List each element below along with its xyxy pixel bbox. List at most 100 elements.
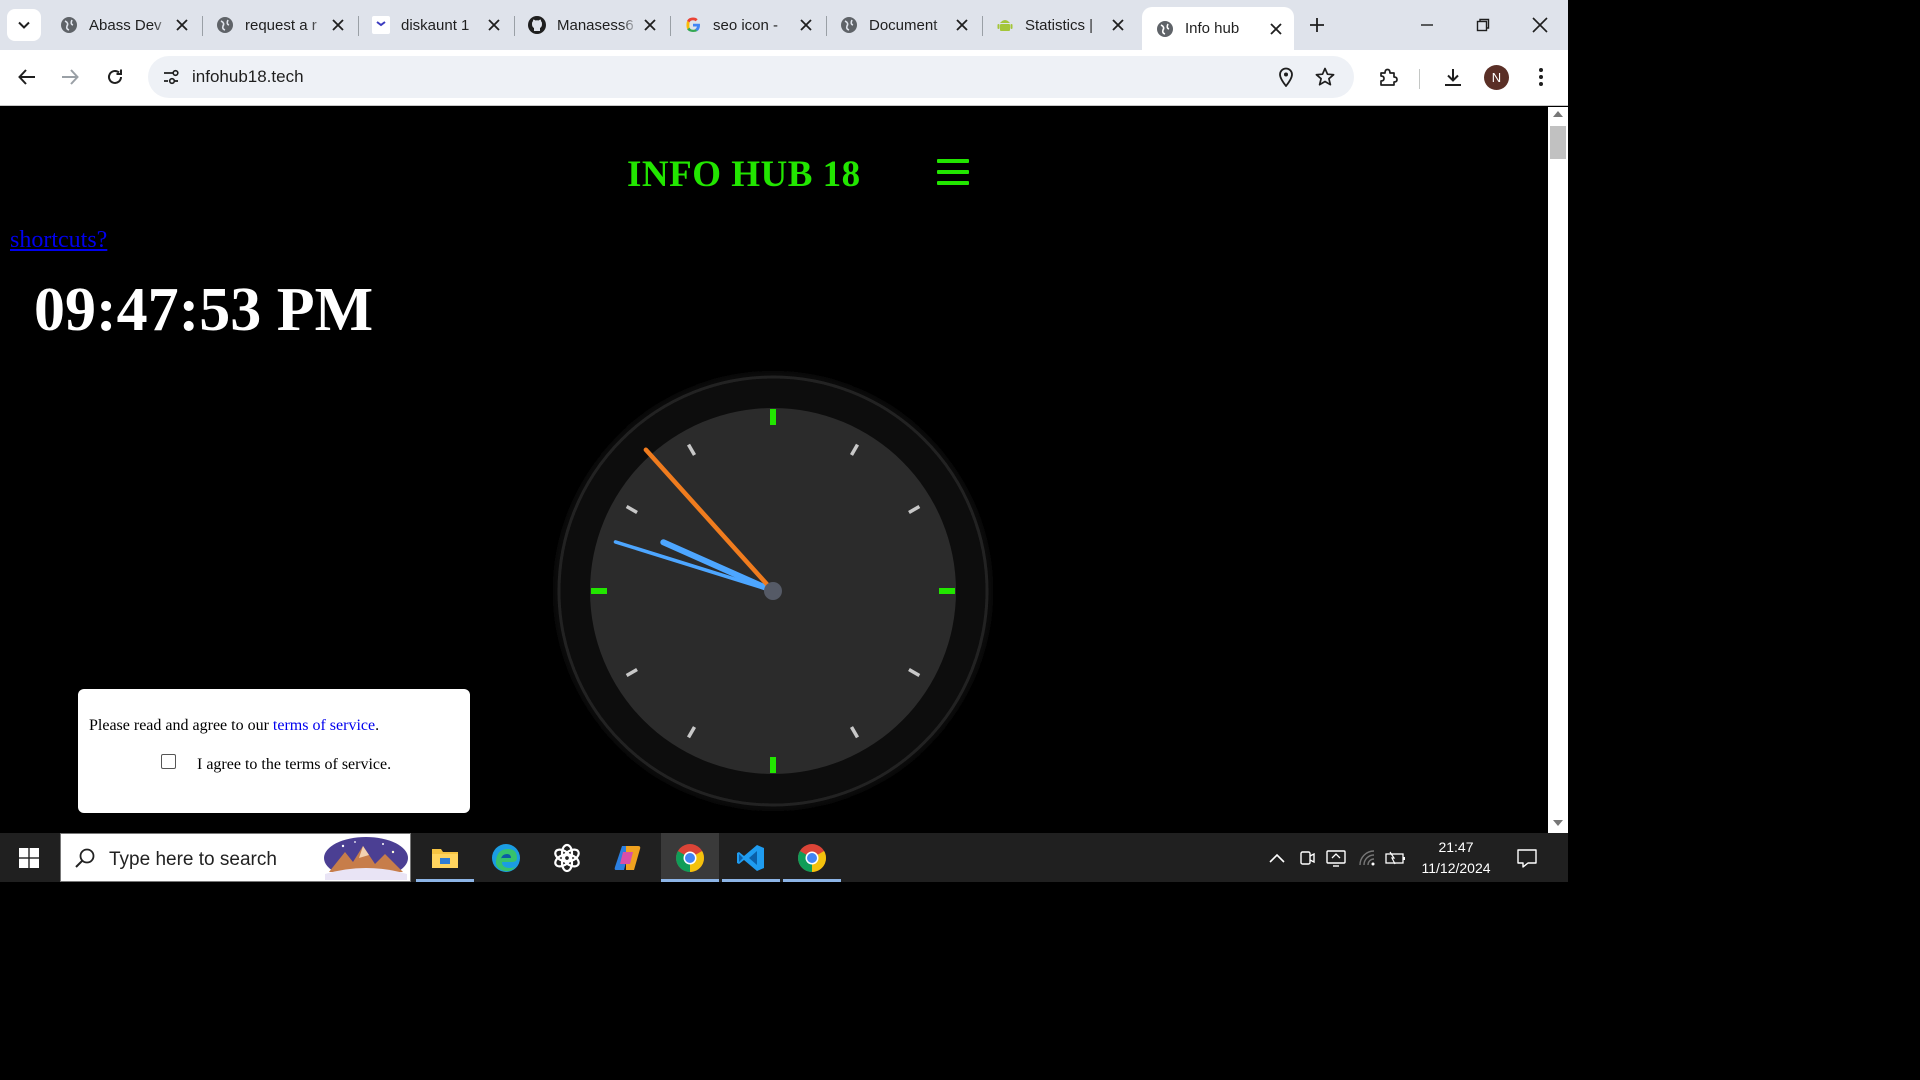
tab-diskaunt[interactable]: diskaunt 1 (358, 7, 512, 43)
minimize-icon (1421, 24, 1433, 26)
globe-icon (1157, 20, 1173, 37)
menu-button[interactable] (1524, 60, 1558, 94)
url-text[interactable]: infohub18.tech (192, 67, 304, 87)
tab-search-button[interactable] (7, 9, 41, 41)
chrome-icon (798, 843, 826, 872)
tos-agree-label[interactable]: I agree to the terms of service. (197, 756, 391, 774)
taskbar-search-placeholder: Type here to search (109, 849, 277, 870)
browser-toolbar: infohub18.tech N (0, 50, 1568, 106)
clock-center-pin (764, 582, 782, 600)
reload-button[interactable] (98, 60, 132, 94)
chatgpt-icon (554, 843, 580, 872)
tab-document[interactable]: Document (826, 7, 980, 43)
globe-icon (217, 17, 233, 33)
close-icon[interactable] (794, 13, 818, 37)
tab-request[interactable]: request a r (202, 7, 356, 43)
kebab-menu-icon (1539, 68, 1543, 86)
taskbar-date: 11/12/2024 (1421, 860, 1491, 876)
scroll-down-arrow-icon[interactable] (1553, 820, 1563, 826)
taskbar-running-indicator (416, 879, 474, 882)
notification-center-button[interactable] (1514, 845, 1540, 871)
tab-github[interactable]: Manasess6 (514, 7, 668, 43)
chrome-icon (676, 843, 704, 872)
taskbar-clock[interactable]: 21:47 11/12/2024 (1413, 837, 1499, 879)
close-icon[interactable] (950, 13, 974, 37)
tab-title: request a r (245, 16, 317, 34)
extensions-button[interactable] (1371, 60, 1405, 94)
taskbar-file-explorer[interactable] (416, 833, 474, 882)
star-icon (1315, 67, 1335, 86)
tab-statistics[interactable]: Statistics | (982, 7, 1136, 43)
close-icon[interactable] (482, 13, 506, 37)
back-button[interactable] (10, 60, 44, 94)
new-tab-button[interactable] (1302, 11, 1332, 39)
tab-title: Statistics | (1025, 16, 1094, 34)
edge-icon (492, 843, 520, 872)
hamburger-line (937, 181, 969, 185)
tab-strip: Abass Dev request a r diskaunt 1 Manases… (0, 0, 1568, 50)
terms-of-service-link[interactable]: terms of service (273, 717, 375, 734)
tray-display[interactable] (1325, 847, 1347, 869)
taskbar-chatgpt[interactable] (538, 833, 596, 882)
scroll-up-arrow-icon[interactable] (1553, 111, 1563, 117)
taskbar-chrome-active[interactable] (661, 833, 719, 882)
taskbar-edge[interactable] (477, 833, 535, 882)
windows-logo-icon (19, 847, 39, 868)
hamburger-menu-icon[interactable] (937, 159, 969, 187)
tray-battery[interactable] (1384, 847, 1406, 869)
taskbar-copilot[interactable] (599, 833, 657, 882)
tray-overflow-button[interactable] (1266, 847, 1288, 869)
start-button[interactable] (0, 833, 58, 882)
tray-meet-now[interactable] (1296, 847, 1318, 869)
location-button[interactable] (1269, 60, 1303, 94)
file-explorer-icon (432, 848, 458, 868)
downloads-button[interactable] (1436, 60, 1470, 94)
arrow-right-icon (62, 69, 79, 85)
tab-title: Abass Dev (89, 16, 162, 34)
web-page: INFO HUB 18 shortcuts? 09:47:53 PM Pleas… (0, 107, 1548, 833)
chevron-up-icon (1269, 853, 1285, 863)
tray-network[interactable] (1356, 847, 1378, 869)
tab-title: diskaunt 1 (401, 16, 470, 34)
taskbar-chrome[interactable] (783, 833, 841, 882)
close-icon[interactable] (170, 13, 194, 37)
site-info-button[interactable] (154, 60, 188, 94)
taskbar-search-box[interactable]: Type here to search (60, 833, 411, 882)
close-icon[interactable] (638, 13, 662, 37)
github-icon (528, 16, 546, 34)
tos-agree-checkbox[interactable] (161, 754, 176, 769)
bookmark-button[interactable] (1308, 60, 1342, 94)
close-window-button[interactable] (1518, 8, 1562, 42)
copilot-icon (614, 845, 641, 870)
tab-seo-icon[interactable]: seo icon - (670, 7, 824, 43)
profile-avatar[interactable]: N (1484, 65, 1509, 90)
location-pin-icon (1279, 67, 1293, 87)
address-bar[interactable]: infohub18.tech (148, 56, 1354, 98)
shortcuts-link[interactable]: shortcuts? (10, 227, 107, 254)
search-highlight-illustration (324, 837, 408, 880)
close-icon[interactable] (1264, 17, 1288, 41)
forward-button[interactable] (53, 60, 87, 94)
close-icon[interactable] (1106, 13, 1130, 37)
restore-button[interactable] (1461, 8, 1505, 42)
puzzle-icon (1380, 68, 1398, 86)
tune-icon (164, 69, 179, 85)
taskbar-vscode[interactable] (722, 833, 780, 882)
page-scrollbar[interactable] (1548, 107, 1568, 833)
download-icon (1445, 69, 1461, 86)
tab-info-hub[interactable]: Info hub (1142, 7, 1294, 50)
diskaunt-favicon (372, 16, 390, 34)
google-icon (686, 17, 700, 32)
notification-icon (1517, 849, 1537, 868)
close-icon[interactable] (326, 13, 350, 37)
taskbar-running-indicator (722, 879, 780, 882)
tab-abass-dev[interactable]: Abass Dev (46, 7, 200, 43)
camera-icon (1300, 851, 1315, 865)
minimize-button[interactable] (1405, 8, 1449, 42)
battery-icon (1385, 851, 1405, 865)
windows-taskbar: Type here to search 21:47 11/12/2024 (0, 833, 1568, 882)
scrollbar-thumb[interactable] (1550, 126, 1566, 159)
digital-clock: 09:47:53 PM (34, 276, 374, 344)
tos-prompt-text: Please read and agree to our (89, 717, 273, 734)
terms-of-service-dialog: Please read and agree to our terms of se… (78, 689, 470, 813)
